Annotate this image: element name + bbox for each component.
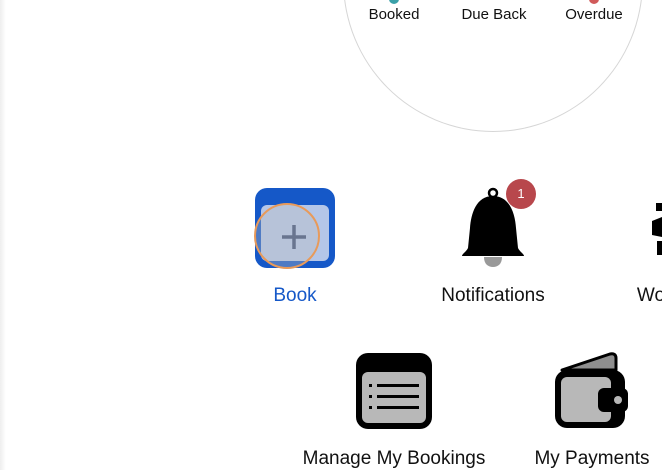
partial-icon (652, 203, 662, 255)
book-label[interactable]: Book (273, 285, 316, 307)
partial-tile[interactable] (648, 193, 662, 263)
list-icon (356, 353, 432, 429)
booked-indicator (389, 0, 399, 4)
left-edge-shadow (0, 0, 6, 470)
touch-indicator (254, 203, 320, 269)
payments-tile[interactable] (552, 350, 634, 432)
notification-badge: 1 (506, 179, 536, 209)
payments-label[interactable]: My Payments (534, 448, 649, 470)
wallet-icon (555, 352, 628, 428)
stat-overdue-label: Overdue (565, 6, 623, 23)
overdue-indicator (589, 0, 599, 4)
manage-bookings-tile[interactable] (353, 350, 435, 432)
partial-tile-label[interactable]: Wo (637, 285, 662, 307)
stat-booked-label: Booked (368, 6, 420, 23)
stat-due-back-label: Due Back (461, 6, 527, 23)
notifications-label[interactable]: Notifications (441, 285, 545, 307)
manage-bookings-label[interactable]: Manage My Bookings (303, 448, 486, 470)
